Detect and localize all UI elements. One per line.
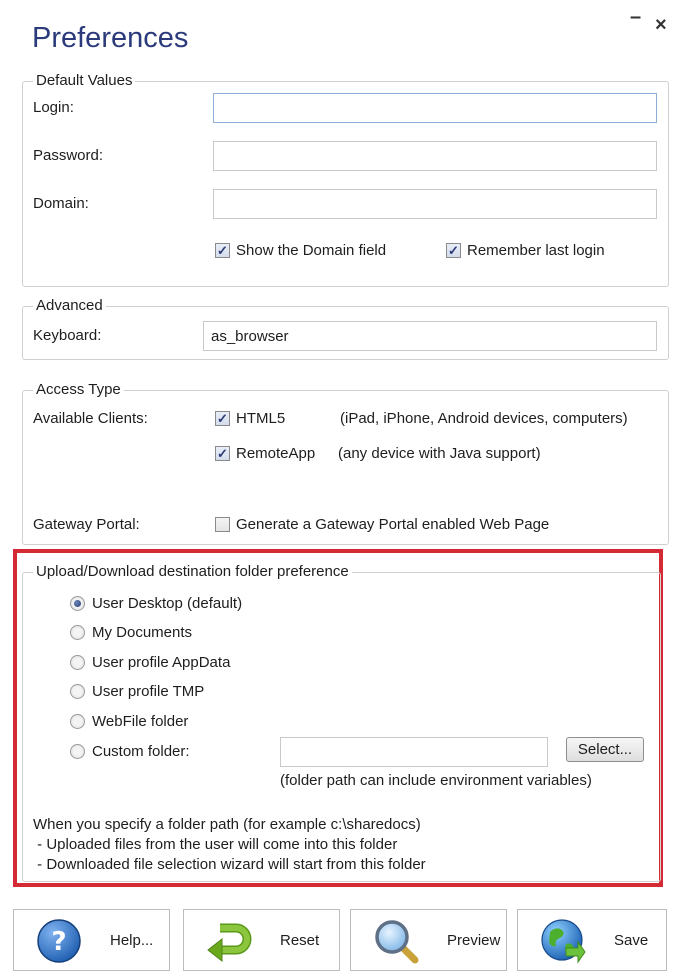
html5-description: (iPad, iPhone, Android devices, computer… — [340, 410, 628, 427]
radio-user-desktop[interactable] — [70, 596, 85, 611]
window-title: Preferences — [32, 22, 189, 54]
option-user-profile-appdata-label: User profile AppData — [92, 654, 231, 671]
keyboard-label: Keyboard: — [33, 327, 102, 344]
save-button-label: Save — [614, 932, 649, 949]
remoteapp-checkbox[interactable]: ✓ — [215, 446, 230, 461]
minimize-button[interactable]: – — [630, 6, 641, 29]
remoteapp-label: RemoteApp — [236, 445, 316, 462]
option-custom-folder-label: Custom folder: — [92, 743, 190, 760]
radio-my-documents[interactable] — [70, 625, 85, 640]
password-field[interactable] — [213, 141, 657, 171]
html5-label: HTML5 — [236, 410, 286, 427]
help-button-label: Help... — [110, 932, 154, 949]
folder-hint: (folder path can include environment var… — [280, 772, 592, 789]
preferences-window: Preferences – × Default Values Login: Pa… — [0, 0, 673, 973]
custom-folder-field[interactable] — [280, 737, 548, 767]
help-button[interactable]: ? Help... — [13, 909, 170, 971]
radio-webfile-folder[interactable] — [70, 714, 85, 729]
remoteapp-description: (any device with Java support) — [338, 445, 541, 462]
preview-button-label: Preview — [447, 932, 501, 949]
reset-button[interactable]: Reset — [183, 909, 340, 971]
available-clients-label: Available Clients: — [33, 410, 148, 427]
show-domain-checkbox[interactable]: ✓ — [215, 243, 230, 258]
save-button[interactable]: Save — [517, 909, 667, 971]
remember-login-label: Remember last login — [467, 242, 605, 259]
gateway-portal-checkbox[interactable]: ✓ — [215, 517, 230, 532]
default-values-legend: Default Values — [33, 72, 136, 89]
preview-button[interactable]: Preview — [350, 909, 507, 971]
option-user-desktop-label: User Desktop (default) — [92, 595, 243, 612]
option-my-documents-label: My Documents — [92, 624, 193, 641]
reset-button-label: Reset — [280, 932, 320, 949]
radio-user-profile-tmp[interactable] — [70, 684, 85, 699]
show-domain-label: Show the Domain field — [236, 242, 387, 259]
select-folder-button[interactable]: Select... — [566, 737, 644, 762]
upload-download-legend: Upload/Download destination folder prefe… — [33, 563, 352, 580]
option-webfile-folder-label: WebFile folder — [92, 713, 189, 730]
html5-checkbox[interactable]: ✓ — [215, 411, 230, 426]
keyboard-field[interactable]: as_browser — [203, 321, 657, 351]
globe-save-icon — [541, 919, 586, 964]
login-label: Login: — [33, 99, 74, 116]
help-icon: ? — [37, 919, 81, 963]
login-field[interactable] — [213, 93, 657, 123]
remember-login-checkbox[interactable]: ✓ — [446, 243, 461, 258]
domain-label: Domain: — [33, 195, 89, 212]
gateway-portal-option: Generate a Gateway Portal enabled Web Pa… — [236, 516, 550, 533]
info-line-1: When you specify a folder path (for exam… — [33, 816, 421, 833]
gateway-portal-label: Gateway Portal: — [33, 516, 140, 533]
radio-user-profile-appdata[interactable] — [70, 655, 85, 670]
magnifier-icon — [375, 920, 419, 964]
password-label: Password: — [33, 147, 104, 164]
domain-field[interactable] — [213, 189, 657, 219]
reset-arrow-icon — [207, 923, 252, 963]
info-line-2: - Uploaded files from the user will come… — [33, 836, 398, 853]
option-user-profile-tmp-label: User profile TMP — [92, 683, 205, 700]
svg-text:?: ? — [51, 927, 66, 957]
radio-custom-folder[interactable] — [70, 744, 85, 759]
access-type-legend: Access Type — [33, 381, 124, 398]
info-line-3: - Downloaded file selection wizard will … — [33, 856, 426, 873]
advanced-legend: Advanced — [33, 297, 106, 314]
close-button[interactable]: × — [655, 14, 667, 37]
